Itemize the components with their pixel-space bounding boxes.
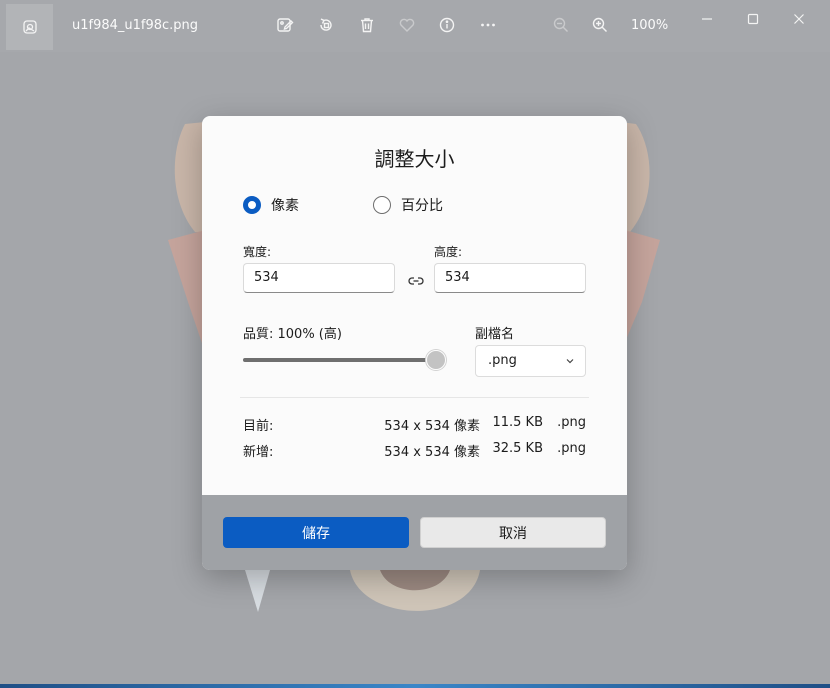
radio-pixels-label: 像素 <box>271 198 299 214</box>
zoom-out-icon[interactable] <box>550 14 572 36</box>
maximize-icon[interactable] <box>738 8 768 30</box>
radio-selected-icon[interactable] <box>243 196 261 214</box>
photo-viewer-window: u1f984_u1f98c.png 100% 調整大小 像素 百分比 寬度: 5… <box>0 0 830 688</box>
radio-percentage[interactable]: 百分比 <box>373 195 443 215</box>
new-ext: .png <box>557 441 586 456</box>
quality-slider-thumb[interactable] <box>426 350 446 370</box>
rotate-icon[interactable] <box>315 14 337 36</box>
info-icon[interactable] <box>436 14 458 36</box>
new-dimensions: 534 x 534 像素 <box>384 445 480 460</box>
minimize-icon[interactable] <box>692 8 722 30</box>
radio-pixels[interactable]: 像素 <box>243 195 299 215</box>
new-label: 新增: <box>243 445 274 460</box>
extension-select[interactable]: .png <box>475 345 586 377</box>
window-border <box>0 684 830 688</box>
height-input[interactable]: 534 <box>434 263 586 293</box>
zoom-in-icon[interactable] <box>589 14 611 36</box>
save-button[interactable]: 儲存 <box>223 517 409 548</box>
close-icon[interactable] <box>784 8 814 30</box>
more-icon[interactable] <box>477 14 499 36</box>
delete-icon[interactable] <box>356 14 378 36</box>
new-size: 32.5 KB <box>492 441 543 456</box>
current-dimensions: 534 x 534 像素 <box>384 419 480 434</box>
dialog-footer: 儲存 取消 <box>202 495 627 570</box>
favorite-icon[interactable] <box>396 14 418 36</box>
extension-value: .png <box>488 353 517 368</box>
divider <box>240 397 589 398</box>
cancel-button[interactable]: 取消 <box>420 517 606 548</box>
current-info-row: 目前: 534 x 534 像素 11.5 KB .png <box>243 415 586 434</box>
new-info-row: 新增: 534 x 534 像素 32.5 KB .png <box>243 441 586 460</box>
current-ext: .png <box>557 415 586 430</box>
width-label: 寬度: <box>243 245 272 259</box>
height-label: 高度: <box>434 245 463 259</box>
extension-label: 副檔名 <box>475 327 515 342</box>
quality-label: 品質: 100% (高) <box>243 327 342 342</box>
file-name: u1f984_u1f98c.png <box>72 18 199 33</box>
width-input[interactable]: 534 <box>243 263 395 293</box>
resize-dialog: 調整大小 像素 百分比 寬度: 534 高度: 534 品質: 100% (高)… <box>202 116 627 570</box>
chevron-down-icon <box>566 359 574 364</box>
image-app-icon[interactable] <box>6 4 53 50</box>
link-icon[interactable] <box>407 272 425 290</box>
zoom-level[interactable]: 100% <box>631 18 668 33</box>
dialog-title: 調整大小 <box>374 147 455 171</box>
radio-percentage-label: 百分比 <box>401 198 443 214</box>
current-size: 11.5 KB <box>492 415 543 430</box>
title-bar: u1f984_u1f98c.png 100% <box>0 0 830 52</box>
current-label: 目前: <box>243 419 274 434</box>
quality-slider-track[interactable] <box>243 358 435 362</box>
radio-unselected-icon[interactable] <box>373 196 391 214</box>
edit-image-icon[interactable] <box>274 14 296 36</box>
